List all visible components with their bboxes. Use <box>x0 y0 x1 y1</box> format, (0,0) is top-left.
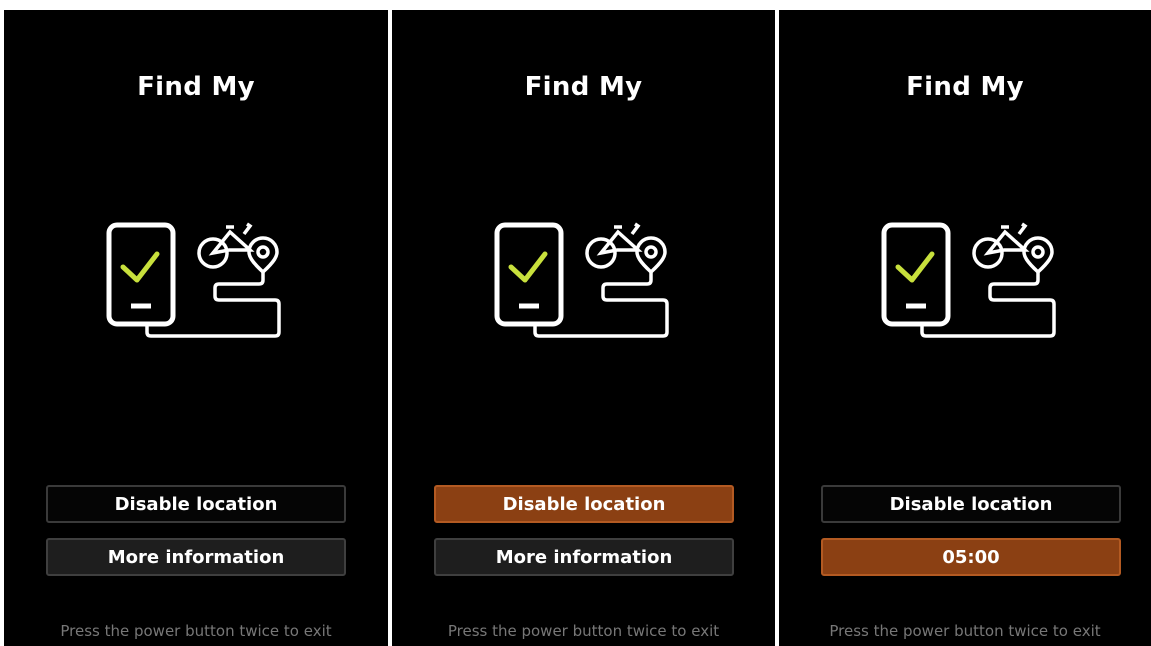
exit-hint: Press the power button twice to exit <box>447 622 720 640</box>
page-title: Find My <box>906 72 1024 102</box>
find-my-illustration <box>106 222 281 338</box>
cable-line <box>145 272 281 338</box>
bicycle-location-pin-icon <box>585 222 667 275</box>
disable-location-button[interactable]: Disable location <box>434 485 734 523</box>
bicycle-location-pin-icon <box>197 222 279 275</box>
bicycle-location-pin-icon <box>972 222 1054 275</box>
countdown-timer-button[interactable]: 05:00 <box>821 538 1121 576</box>
more-information-button[interactable]: More information <box>46 538 346 576</box>
exit-hint: Press the power button twice to exit <box>829 622 1101 640</box>
more-information-button[interactable]: More information <box>434 538 734 576</box>
page-title: Find My <box>137 72 255 102</box>
screen-panel-2: Find My Disable location More informatio… <box>392 10 775 646</box>
find-my-illustration <box>494 222 669 338</box>
screen-panel-1: Find My Disable location More informatio… <box>4 10 388 646</box>
cable-line <box>920 272 1056 338</box>
cable-line <box>533 272 669 338</box>
exit-hint: Press the power button twice to exit <box>60 622 332 640</box>
disable-location-button[interactable]: Disable location <box>821 485 1121 523</box>
page-title: Find My <box>524 72 643 102</box>
screens-comparison: Find My Disable location More informatio… <box>0 0 1151 646</box>
disable-location-button[interactable]: Disable location <box>46 485 346 523</box>
find-my-illustration <box>881 222 1056 338</box>
phone-check-icon <box>106 222 176 327</box>
screen-panel-3: Find My Disable location 05:00 Press the… <box>779 10 1151 646</box>
phone-check-icon <box>881 222 951 327</box>
phone-check-icon <box>494 222 564 327</box>
